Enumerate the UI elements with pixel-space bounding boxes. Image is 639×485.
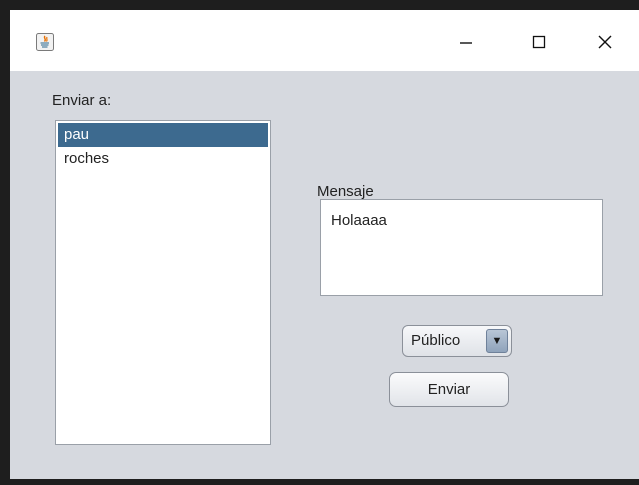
java-icon — [36, 33, 54, 51]
recipients-list[interactable]: pau roches — [55, 120, 271, 445]
list-item-pau[interactable]: pau — [58, 123, 268, 147]
maximize-icon — [532, 35, 546, 49]
list-item-roches[interactable]: roches — [56, 147, 270, 171]
minimize-icon — [460, 42, 472, 44]
message-textarea[interactable]: Holaaaa — [320, 199, 603, 296]
chevron-down-icon[interactable]: ▼ — [486, 329, 508, 353]
send-button[interactable]: Enviar — [389, 372, 509, 407]
recipients-label: Enviar a: — [52, 92, 112, 109]
visibility-dropdown[interactable]: Público ▼ — [402, 325, 512, 357]
visibility-selected: Público — [411, 332, 461, 349]
close-icon — [598, 35, 612, 49]
minimize-button[interactable] — [446, 28, 486, 56]
content-panel: Enviar a: pau roches Mensaje Holaaaa Púb… — [10, 71, 639, 479]
title-bar[interactable] — [10, 10, 639, 71]
message-label: Mensaje — [317, 183, 374, 200]
app-window: Enviar a: pau roches Mensaje Holaaaa Púb… — [10, 10, 639, 479]
maximize-button[interactable] — [519, 28, 559, 56]
close-button[interactable] — [585, 28, 625, 56]
